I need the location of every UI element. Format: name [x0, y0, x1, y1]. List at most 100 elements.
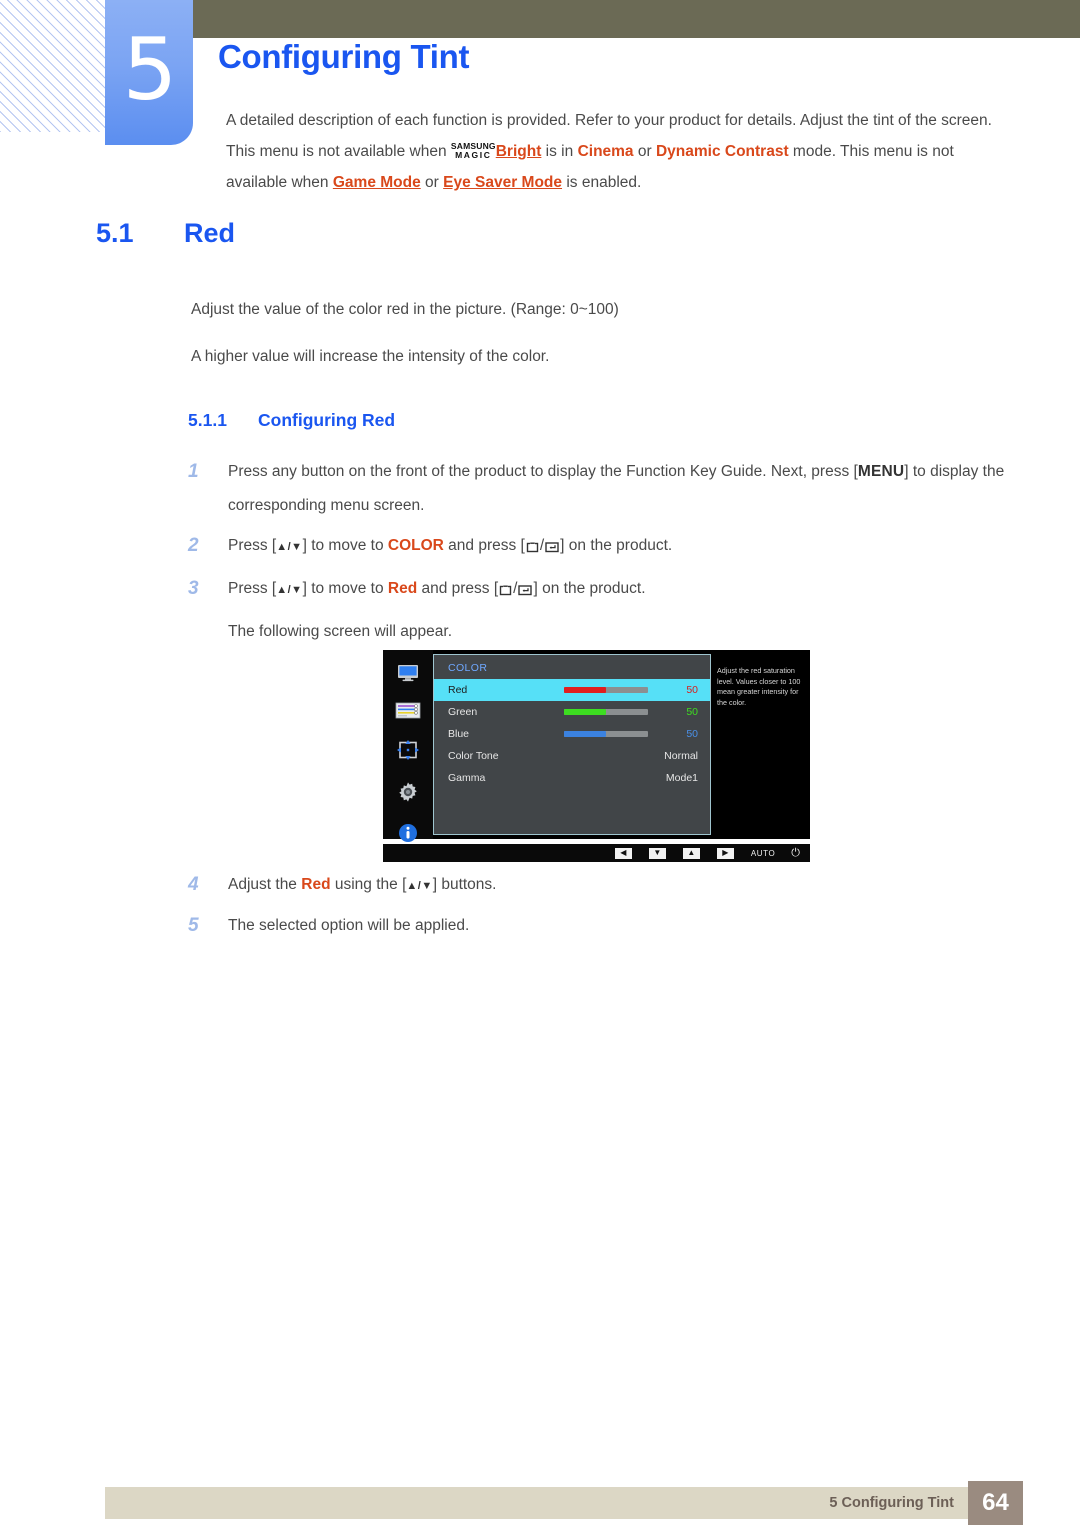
dynamic-contrast-term: Dynamic Contrast — [655, 143, 789, 160]
section-paragraph-2: A higher value will increase the intensi… — [191, 348, 550, 365]
osd-row-label: Gamma — [448, 772, 486, 784]
step-number: 4 — [188, 874, 199, 895]
instruction-steps-list: 1 Press any button on the front of the p… — [188, 455, 1018, 649]
osd-row-value: 50 — [686, 728, 698, 740]
section-number: 5.1 — [96, 218, 134, 248]
chapter-number-tab: 5 — [105, 0, 193, 145]
step3-text-3: and press [ — [417, 580, 499, 597]
bright-term: Bright — [495, 143, 542, 160]
red-term: Red — [301, 876, 331, 893]
chapter-intro-paragraph: A detailed description of each function … — [226, 105, 1001, 198]
osd-row-label: Color Tone — [448, 750, 499, 762]
step-item: 2 Press [▲/▼] to move to COLOR and press… — [188, 529, 1018, 566]
chapter-number: 5 — [122, 19, 178, 120]
step2-text-4: ] on the product. — [560, 537, 673, 554]
source-key-icon — [499, 575, 512, 609]
gear-icon[interactable] — [397, 781, 419, 808]
step-text: Press [▲/▼] to move to COLOR and press [… — [228, 529, 1018, 566]
step-text: Press any button on the front of the pro… — [228, 455, 1018, 523]
step-number: 2 — [188, 535, 199, 556]
source-key-icon — [526, 532, 539, 566]
step-number: 3 — [188, 578, 199, 599]
osd-row-value: Normal — [664, 750, 698, 762]
intro-text-6: is enabled. — [562, 174, 642, 191]
picture-sliders-icon[interactable] — [395, 702, 421, 724]
osd-row-red[interactable]: Red 50 — [434, 679, 710, 701]
decorative-hatch-pattern — [0, 0, 105, 132]
footer-chapter-label: 5 Configuring Tint — [829, 1495, 954, 1511]
section-title: Red — [184, 218, 236, 248]
page-footer: 5 Configuring Tint 64 — [105, 1481, 1023, 1525]
screen-adjust-icon[interactable] — [396, 739, 420, 766]
step3-text-2: ] to move to — [302, 580, 388, 597]
subsection-heading: 5.1.1 Configuring Red — [188, 410, 395, 431]
page-title: Configuring Tint — [218, 38, 470, 75]
section-paragraph-1: Adjust the value of the color red in the… — [191, 301, 619, 318]
osd-row-label: Blue — [448, 728, 470, 740]
section-heading: 5.1 Red — [96, 218, 235, 249]
osd-row-value: 50 — [686, 684, 698, 696]
osd-row-value: 50 — [686, 706, 698, 718]
cinema-term: Cinema — [577, 143, 634, 160]
osd-sidebar — [383, 650, 433, 842]
game-mode-term: Game Mode — [332, 174, 421, 191]
step-number: 1 — [188, 461, 199, 482]
step2-text-2: ] to move to — [302, 537, 388, 554]
step-number: 5 — [188, 915, 199, 936]
step3-text-1: Press [ — [228, 580, 277, 597]
step2-text-3: and press [ — [443, 537, 525, 554]
osd-row-label: Red — [448, 684, 468, 696]
intro-text-2: is in — [541, 143, 578, 160]
step-item: 1 Press any button on the front of the p… — [188, 455, 1018, 523]
subsection-title: Configuring Red — [258, 410, 396, 430]
menu-key-label: MENU — [857, 463, 905, 480]
page-number-badge: 64 — [968, 1481, 1023, 1525]
intro-text-5: or — [420, 174, 444, 191]
osd-key-down[interactable]: ▼ — [648, 847, 666, 859]
osd-menu-panel: COLOR Red 50 Green 50 Blue 50 Color Tone… — [433, 654, 711, 835]
osd-key-left[interactable]: ◀ — [614, 847, 632, 859]
osd-screen: COLOR Red 50 Green 50 Blue 50 Color Tone… — [383, 650, 810, 842]
step-followup-note: The following screen will appear. — [228, 623, 453, 640]
up-down-arrows-icon: ▲/▼ — [276, 541, 303, 553]
osd-row-gamma[interactable]: Gamma Mode1 — [434, 767, 710, 789]
osd-row-color-tone[interactable]: Color Tone Normal — [434, 745, 710, 767]
power-icon[interactable]: ⏻ — [791, 847, 800, 859]
color-term: COLOR — [387, 537, 444, 554]
enter-key-icon — [518, 575, 533, 609]
step2-text-1: Press [ — [228, 537, 277, 554]
up-down-arrows-icon: ▲/▼ — [406, 880, 433, 892]
osd-function-key-bar: ◀ ▼ ▲ ▶ AUTO ⏻ — [383, 844, 810, 862]
intro-text-3: or — [633, 143, 656, 160]
osd-row-blue[interactable]: Blue 50 — [434, 723, 710, 745]
osd-slider-red[interactable] — [564, 687, 648, 693]
step-text: Press [▲/▼] to move to Red and press [/]… — [228, 572, 1018, 609]
osd-key-right[interactable]: ▶ — [716, 847, 734, 859]
step3-text-4: ] on the product. — [533, 580, 646, 597]
red-term: Red — [387, 580, 418, 597]
step-item: 4 Adjust the Red using the [▲/▼] buttons… — [188, 868, 1018, 903]
instruction-steps-list-continued: 4 Adjust the Red using the [▲/▼] buttons… — [188, 868, 1018, 949]
step-item: 5 The selected option will be applied. — [188, 909, 1018, 943]
step-text: Adjust the Red using the [▲/▼] buttons. — [228, 868, 1018, 903]
step-item: 3 Press [▲/▼] to move to Red and press [… — [188, 572, 1018, 609]
osd-auto-label[interactable]: AUTO — [751, 849, 775, 858]
up-down-arrows-icon: ▲/▼ — [276, 584, 303, 596]
subsection-number: 5.1.1 — [188, 410, 227, 430]
osd-row-label: Green — [448, 706, 478, 718]
osd-help-panel: Adjust the red saturation level. Values … — [711, 650, 810, 839]
osd-slider-blue[interactable] — [564, 731, 648, 737]
monitor-icon[interactable] — [396, 664, 420, 687]
osd-row-value: Mode1 — [665, 772, 698, 784]
step-text: The selected option will be applied. — [228, 917, 470, 934]
osd-screenshot: COLOR Red 50 Green 50 Blue 50 Color Tone… — [383, 650, 810, 862]
osd-key-up[interactable]: ▲ — [682, 847, 700, 859]
osd-row-green[interactable]: Green 50 — [434, 701, 710, 723]
step1-text-1: Press any button on the front of the pro… — [228, 463, 858, 480]
osd-slider-green[interactable] — [564, 709, 648, 715]
enter-key-icon — [545, 532, 559, 566]
step4-text-3: ] buttons. — [432, 876, 497, 893]
osd-menu-title: COLOR — [448, 662, 488, 674]
header-olive-bar — [193, 0, 1080, 38]
magic-line-2: MAGIC — [455, 150, 492, 160]
